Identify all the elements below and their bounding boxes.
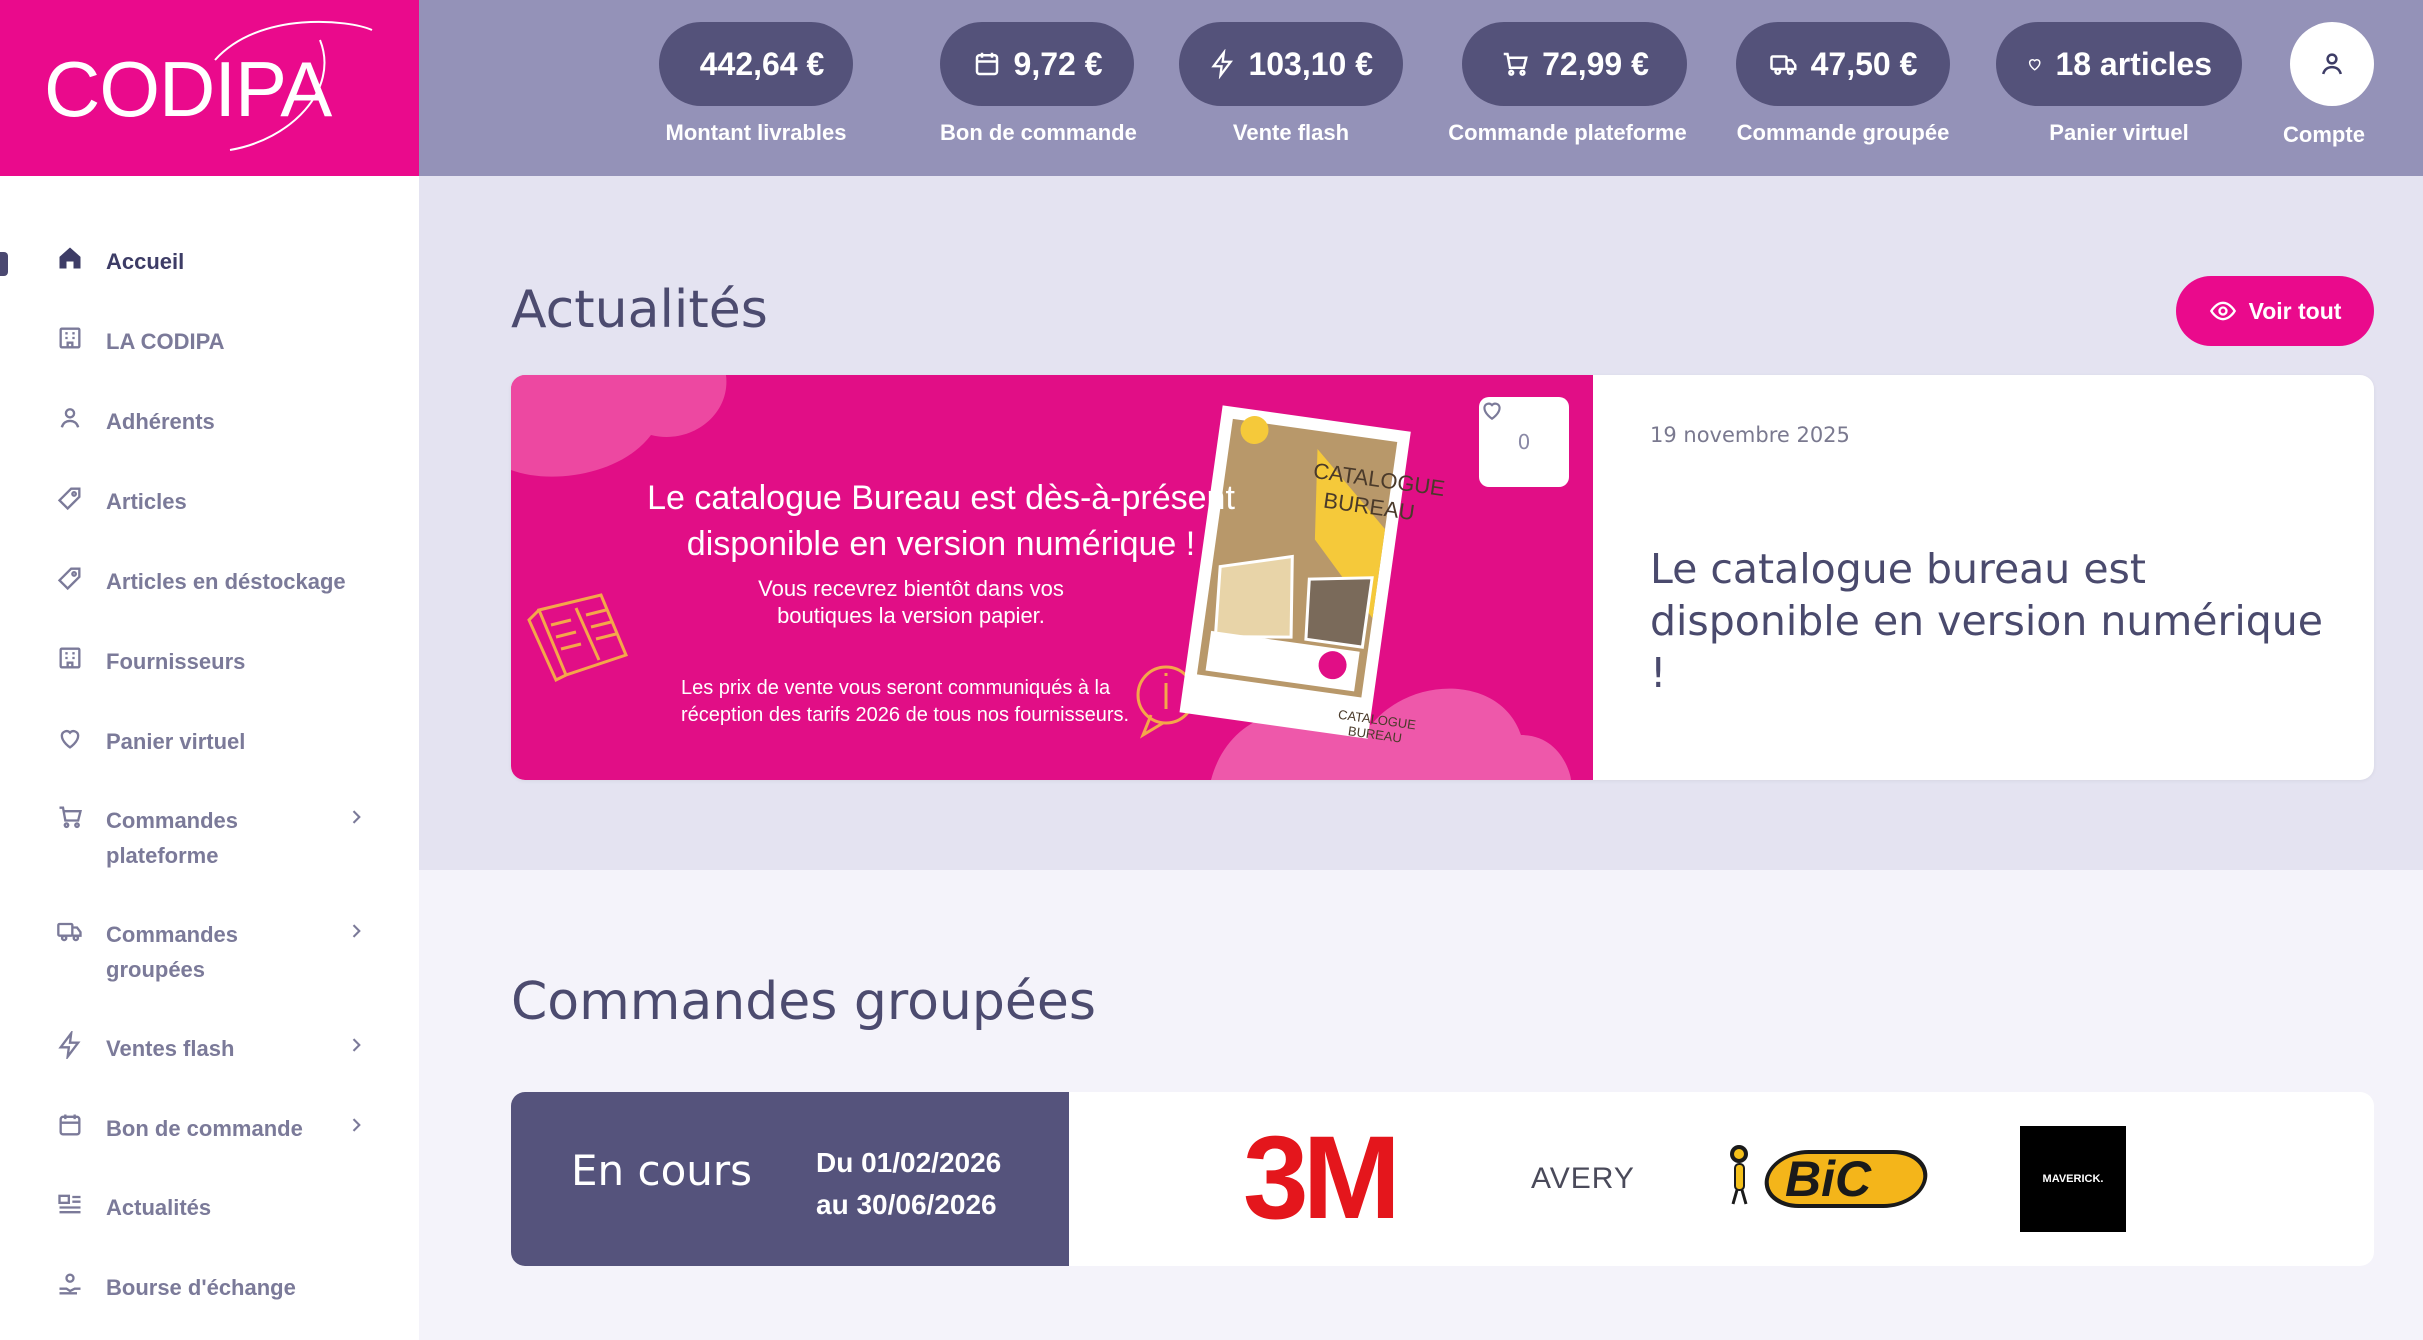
news-section-title: Actualités xyxy=(511,280,768,340)
sidebar-item-la-codipa[interactable]: LA CODIPA xyxy=(56,324,366,359)
heart-icon xyxy=(60,730,80,749)
home-icon xyxy=(59,247,81,269)
heart-icon xyxy=(1483,402,1501,420)
stat-panier-virtuel[interactable]: 18 articles Panier virtuel xyxy=(1996,22,2242,146)
stat-pill[interactable]: 9,72 € xyxy=(940,22,1134,106)
news-image[interactable]: Le catalogue Bureau est dès-à-présent di… xyxy=(511,375,1593,780)
news-date: 19 novembre 2025 xyxy=(1650,423,1850,447)
stat-commande-groupee[interactable]: 47,50 € Commande groupée xyxy=(1736,22,1950,146)
sidebar-item-commandes-groupees[interactable]: Commandes groupées xyxy=(56,917,366,987)
stat-vente-flash[interactable]: 103,10 € Vente flash xyxy=(1179,22,1403,146)
brand-logo-avery[interactable]: AVERY xyxy=(1531,1162,1635,1196)
tag-icon xyxy=(57,487,81,511)
codipa-logo[interactable]: CODIPA xyxy=(0,0,419,176)
sidebar-item-adherents[interactable]: Adhérents xyxy=(56,404,366,439)
news-title[interactable]: Le catalogue bureau est disponible en ve… xyxy=(1650,543,2350,699)
stat-bon-de-commande[interactable]: 9,72 € Bon de commande xyxy=(940,22,1137,146)
heart-icon xyxy=(2028,59,2041,71)
exchange-icon xyxy=(59,1273,81,1295)
book-icon xyxy=(527,593,629,683)
sidebar-item-ventes-flash[interactable]: Ventes flash xyxy=(56,1031,366,1066)
sidebar-item-bourse-echange[interactable]: Bourse d'échange xyxy=(56,1270,366,1305)
image-subline: Vous recevrez bientôt dans vos boutiques… xyxy=(758,576,1064,628)
top-bar: CODIPA 442,64 € Montant livrables 9,72 €… xyxy=(0,0,2423,176)
calendar-icon xyxy=(975,52,998,76)
image-note: Les prix de vente vous seront communiqué… xyxy=(681,677,1130,726)
sidebar: Accueil LA CODIPA Adhérents Articles Art… xyxy=(0,176,419,1340)
sidebar-item-commandes-plateforme[interactable]: Commandes plateforme xyxy=(56,803,366,873)
account-button[interactable]: Compte xyxy=(2283,22,2374,148)
truck-icon xyxy=(1769,55,1797,76)
news-icon xyxy=(58,1194,81,1214)
chevron-right-icon[interactable] xyxy=(346,1115,366,1135)
stat-commande-plateforme[interactable]: 72,99 € Commande plateforme xyxy=(1448,22,1687,146)
active-indicator xyxy=(0,252,8,276)
sidebar-item-articles-destockage[interactable]: Articles en déstockage xyxy=(56,564,366,599)
building-icon xyxy=(59,647,81,669)
sidebar-item-panier-virtuel[interactable]: Panier virtuel xyxy=(56,724,366,759)
catalogue-cover xyxy=(1179,405,1411,739)
stat-montant-livrables[interactable]: 442,64 € Montant livrables xyxy=(659,22,853,146)
cart-icon xyxy=(1503,52,1528,76)
cart-icon xyxy=(59,806,82,829)
sidebar-item-accueil[interactable]: Accueil xyxy=(56,244,366,279)
chevron-right-icon[interactable] xyxy=(346,807,366,827)
stat-pill[interactable]: 103,10 € xyxy=(1179,22,1403,106)
sidebar-item-articles[interactable]: Articles xyxy=(56,484,366,519)
brand-logo-3m[interactable]: 3M xyxy=(1243,1119,1401,1237)
stat-pill[interactable]: 72,99 € xyxy=(1462,22,1687,106)
brand-logo-bic[interactable]: BiC xyxy=(1721,1144,1933,1210)
sidebar-item-bon-de-commande[interactable]: Bon de commande xyxy=(56,1111,366,1146)
bic-boy-icon xyxy=(1730,1145,1748,1205)
image-headline: Le catalogue Bureau est dès-à-présent di… xyxy=(647,479,1235,563)
grouped-status-panel: En cours Du 01/02/2026 au 30/06/2026 xyxy=(511,1092,1069,1266)
news-card[interactable]: Le catalogue Bureau est dès-à-présent di… xyxy=(511,375,2374,780)
sidebar-item-actualites[interactable]: Actualités xyxy=(56,1190,366,1225)
building-icon xyxy=(59,327,81,349)
stat-pill[interactable]: 47,50 € xyxy=(1736,22,1950,106)
grouped-status: En cours xyxy=(571,1146,753,1195)
grouped-section-title: Commandes groupées xyxy=(511,972,1096,1032)
chevron-right-icon[interactable] xyxy=(346,921,366,941)
like-count: 0 xyxy=(1517,430,1531,454)
see-all-button[interactable]: Voir tout xyxy=(2176,276,2374,346)
user-icon xyxy=(2322,53,2342,75)
brand-logo-maverick[interactable]: MAVERICK. xyxy=(2020,1126,2126,1232)
lightning-icon xyxy=(1211,49,1234,79)
stat-pill[interactable]: 18 articles xyxy=(1996,22,2242,106)
tag-icon xyxy=(57,567,81,591)
chevron-right-icon[interactable] xyxy=(346,1035,366,1055)
truck-icon xyxy=(57,922,82,942)
eye-icon xyxy=(2209,301,2236,321)
logo-text: CODIPA xyxy=(44,45,332,133)
account-circle[interactable] xyxy=(2290,22,2374,106)
lightning-icon xyxy=(58,1031,81,1059)
calendar-icon xyxy=(59,1114,81,1136)
grouped-order-card[interactable]: En cours Du 01/02/2026 au 30/06/2026 3M … xyxy=(511,1092,2374,1266)
grouped-dates: Du 01/02/2026 au 30/06/2026 xyxy=(816,1147,1002,1220)
sidebar-item-fournisseurs[interactable]: Fournisseurs xyxy=(56,644,366,679)
stat-pill[interactable]: 442,64 € xyxy=(659,22,853,106)
user-icon xyxy=(60,408,80,428)
like-button[interactable]: 0 xyxy=(1479,397,1569,487)
